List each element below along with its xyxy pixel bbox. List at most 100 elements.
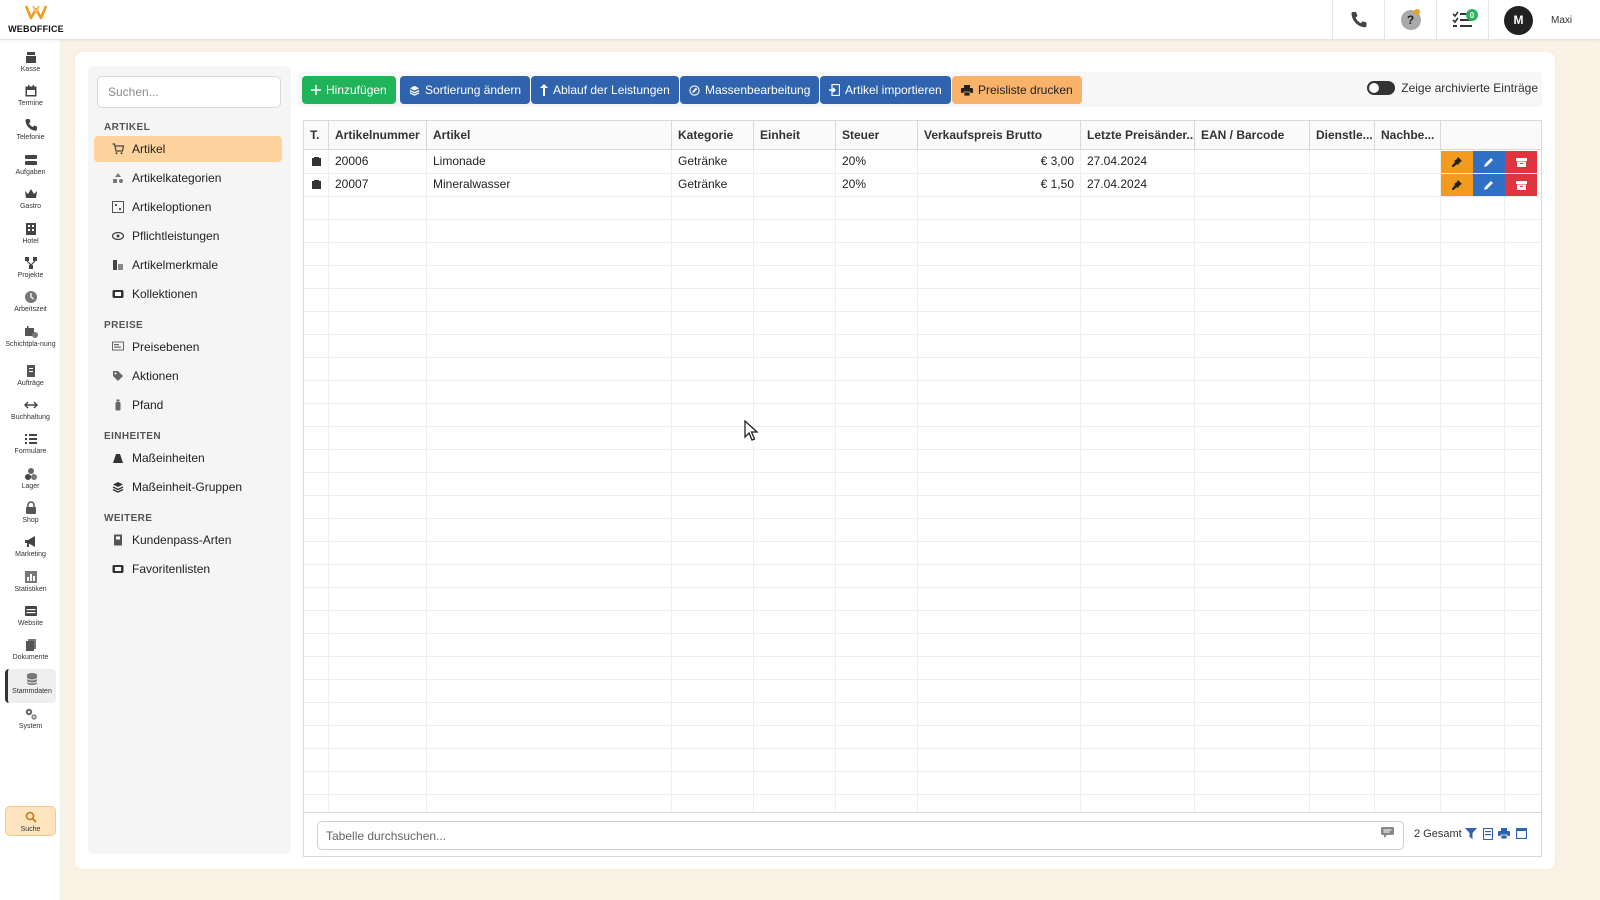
pin-button[interactable]: [1441, 151, 1473, 173]
column-header-artikelnummer[interactable]: Artikelnummer: [329, 121, 427, 150]
nav-item-projekte[interactable]: Projekte: [5, 253, 56, 287]
plus-icon: [311, 85, 321, 95]
row-divider: [304, 357, 1541, 358]
sidebar-item-pfand[interactable]: Pfand: [94, 392, 282, 418]
collection-icon: [112, 288, 124, 300]
column-header-einheit[interactable]: Einheit: [754, 121, 836, 150]
column-header-dienstleistung[interactable]: Dienstle...: [1310, 121, 1375, 150]
section-heading-artikel: ARTIKEL: [104, 122, 151, 133]
sidebar-item-favoritenlisten[interactable]: Favoritenlisten: [94, 556, 282, 582]
import-button[interactable]: Artikel importieren: [820, 76, 951, 104]
tasks-button[interactable]: 0: [1436, 0, 1488, 40]
edit-row-button[interactable]: [1473, 151, 1505, 173]
row-divider: [304, 702, 1541, 703]
column-header-steuer[interactable]: Steuer: [836, 121, 918, 150]
chart-icon: [24, 571, 37, 583]
nav-item-hotel[interactable]: Hotel: [5, 219, 56, 253]
comment-icon[interactable]: [1381, 827, 1394, 838]
archive-row-button[interactable]: [1505, 151, 1537, 173]
nav-item-system[interactable]: System: [5, 704, 56, 738]
pin-button[interactable]: [1441, 174, 1473, 196]
help-button[interactable]: ?: [1384, 0, 1436, 40]
nav-item-schichtpla-nung[interactable]: Schichtpla-nung: [5, 322, 56, 356]
column-header-letzte-preisaenderung[interactable]: Letzte Preisänder...: [1081, 121, 1195, 150]
table-header: T. Artikelnummer Artikel Kategorie Einhe…: [304, 121, 1541, 150]
column-header-artikel[interactable]: Artikel: [427, 121, 672, 150]
sidebar-item-pflichtleistungen[interactable]: Pflichtleistungen: [94, 223, 282, 249]
user-menu[interactable]: M Maxi: [1488, 0, 1600, 40]
id-card-icon: [112, 534, 124, 546]
nav-item-statistiken[interactable]: Statistiken: [5, 567, 56, 601]
nav-item-telefonie[interactable]: Telefonie: [5, 115, 56, 149]
nav-item-shop[interactable]: Shop: [5, 498, 56, 532]
filter-icon[interactable]: [1465, 828, 1477, 839]
row-divider: [304, 472, 1541, 473]
toggle-switch[interactable]: [1367, 81, 1396, 95]
clock-icon: [24, 291, 37, 303]
nav-item-buchhaltung[interactable]: Buchhaltung: [5, 395, 56, 429]
sidebar-item-artikel[interactable]: Artikel: [94, 136, 282, 162]
add-button-label: Hinzufügen: [326, 83, 387, 97]
nav-item-label: Schichtpla-nung: [5, 341, 56, 348]
preis-cell: € 3,00: [1040, 154, 1074, 168]
sidebar-item-artikelkategorien[interactable]: Artikelkategorien: [94, 165, 282, 191]
printer-icon[interactable]: [1498, 828, 1510, 839]
phone-button[interactable]: [1332, 0, 1384, 40]
kategorie-cell: Getränke: [678, 177, 728, 191]
nav-item-kasse[interactable]: Kasse: [5, 47, 56, 81]
nav-item-label: Formulare: [14, 448, 47, 455]
edit-row-button[interactable]: [1473, 174, 1505, 196]
bulk-edit-button[interactable]: Massenbearbeitung: [680, 76, 820, 104]
artikelnummer-cell: 20007: [335, 177, 369, 191]
archive-icon: [1515, 157, 1527, 167]
column-header-verkaufspreis[interactable]: Verkaufspreis Brutto: [918, 121, 1081, 150]
row-divider: [304, 380, 1541, 381]
nav-item-gastro[interactable]: Gastro: [5, 184, 56, 218]
nav-item-lager[interactable]: Lager: [5, 464, 56, 498]
app-logo[interactable]: WEBOFFICE: [6, 4, 66, 36]
row-divider: [304, 633, 1541, 634]
import-icon: [829, 84, 840, 96]
sidebar-item-aktionen[interactable]: Aktionen: [94, 363, 282, 389]
print-pricelist-button[interactable]: Preisliste drucken: [952, 76, 1082, 104]
nav-item-termine[interactable]: Termine: [5, 81, 56, 115]
column-header-kategorie[interactable]: Kategorie: [672, 121, 754, 150]
sidebar-item-artikeloptionen[interactable]: Artikeloptionen: [94, 194, 282, 220]
notification-dot: [1414, 9, 1420, 15]
nav-item-label: Statistiken: [14, 586, 47, 593]
columns-icon[interactable]: [1516, 828, 1527, 839]
sidebar-item-masseinheit-gruppen[interactable]: Maßeinheit-Gruppen: [94, 474, 282, 500]
table-search-input[interactable]: [317, 821, 1404, 850]
nav-item-marketing[interactable]: Marketing: [5, 532, 56, 566]
export-icon[interactable]: [1483, 828, 1493, 840]
project-icon: [24, 257, 37, 269]
nav-item-formulare[interactable]: Formulare: [5, 429, 56, 463]
column-divider: [1374, 150, 1375, 812]
sidebar-item-masseinheiten[interactable]: Maßeinheiten: [94, 445, 282, 471]
sort-button[interactable]: Sortierung ändern: [400, 76, 531, 104]
sidebar-item-artikelmerkmale[interactable]: Artikelmerkmale: [94, 252, 282, 278]
sidebar-item-kundenpass-arten[interactable]: Kundenpass-Arten: [94, 527, 282, 553]
column-header-nachbestellung[interactable]: Nachbe...: [1375, 121, 1441, 150]
sidebar-item-preisebenen[interactable]: Preisebenen: [94, 334, 282, 360]
stammdaten-sidebar: ARTIKEL Artikel Artikelkategorien Artike…: [88, 66, 291, 854]
nav-item-aufträge[interactable]: Aufträge: [5, 361, 56, 395]
archived-toggle[interactable]: Zeige archivierte Einträge: [1367, 81, 1538, 95]
column-header-type[interactable]: T.: [304, 121, 329, 150]
nav-item-stammdaten[interactable]: Stammdaten: [5, 669, 56, 703]
nav-item-arbeitszeit[interactable]: Arbeitszeit: [5, 287, 56, 321]
sidebar-item-kollektionen[interactable]: Kollektionen: [94, 281, 282, 307]
nav-item-dokumente[interactable]: Dokumente: [5, 635, 56, 669]
nav-item-label: Stammdaten: [12, 688, 52, 695]
column-header-ean[interactable]: EAN / Barcode: [1195, 121, 1310, 150]
eye-icon: [112, 230, 124, 242]
archive-row-button[interactable]: [1505, 174, 1537, 196]
nav-item-website[interactable]: Website: [5, 601, 56, 635]
nav-item-aufgaben[interactable]: Aufgaben: [5, 150, 56, 184]
print-pricelist-label: Preisliste drucken: [978, 83, 1073, 97]
add-button[interactable]: Hinzufügen: [302, 76, 396, 104]
flow-button[interactable]: Ablauf der Leistungen: [531, 76, 679, 104]
sidebar-search-input[interactable]: [97, 76, 281, 108]
boxes-icon: [24, 468, 37, 480]
nav-search-button[interactable]: Suche: [5, 806, 56, 836]
